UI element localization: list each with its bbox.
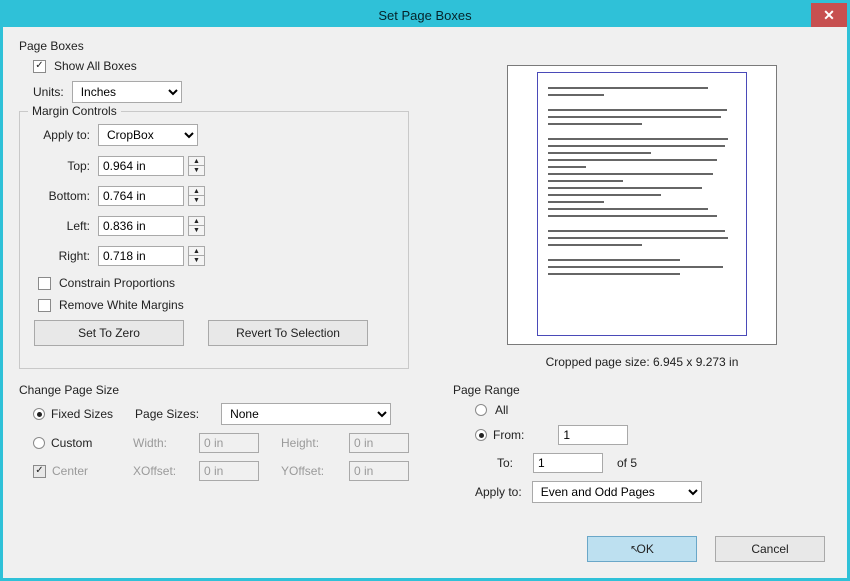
close-button[interactable]: ✕ — [811, 3, 847, 27]
bottom-label: Bottom: — [34, 189, 98, 203]
of-total-label: of 5 — [617, 456, 637, 470]
fixed-sizes-label: Fixed Sizes — [51, 407, 113, 421]
dialog-window: Set Page Boxes ✕ Page Boxes Show All Box… — [0, 0, 850, 581]
custom-label: Custom — [51, 436, 92, 450]
chevron-down-icon: ▼ — [189, 256, 204, 265]
chevron-down-icon: ▼ — [189, 166, 204, 175]
page-sizes-label: Page Sizes: — [135, 407, 199, 421]
from-label: From: — [493, 428, 524, 442]
top-label: Top: — [34, 159, 98, 173]
left-input[interactable] — [98, 216, 184, 236]
margin-controls-legend: Margin Controls — [28, 104, 121, 118]
range-apply-to-label: Apply to: — [475, 485, 522, 499]
set-to-zero-label: Set To Zero — [78, 326, 140, 340]
all-radio[interactable] — [475, 404, 487, 416]
cancel-label: Cancel — [751, 542, 788, 556]
height-input — [349, 433, 409, 453]
preview-caption: Cropped page size: 6.945 x 9.273 in — [546, 355, 739, 369]
right-label: Right: — [34, 249, 98, 263]
apply-to-select[interactable]: CropBox — [98, 124, 198, 146]
center-checkbox — [33, 465, 46, 478]
custom-radio[interactable] — [33, 437, 45, 449]
chevron-up-icon: ▲ — [189, 187, 204, 196]
xoffset-input — [199, 461, 259, 481]
width-input — [199, 433, 259, 453]
from-radio[interactable] — [475, 429, 487, 441]
page-range-heading: Page Range — [453, 383, 831, 397]
apply-to-label: Apply to: — [34, 128, 98, 142]
chevron-up-icon: ▲ — [189, 157, 204, 166]
page-preview-inner — [537, 72, 747, 336]
close-icon: ✕ — [823, 7, 835, 24]
set-to-zero-button[interactable]: Set To Zero — [34, 320, 184, 346]
right-input[interactable] — [98, 246, 184, 266]
bottom-input[interactable] — [98, 186, 184, 206]
xoffset-label: XOffset: — [133, 464, 177, 478]
page-boxes-heading: Page Boxes — [19, 39, 831, 53]
left-label: Left: — [34, 219, 98, 233]
revert-to-selection-button[interactable]: Revert To Selection — [208, 320, 368, 346]
change-page-size-heading: Change Page Size — [19, 383, 429, 397]
constrain-proportions-checkbox[interactable] — [38, 277, 51, 290]
page-preview — [507, 65, 777, 345]
ok-button[interactable]: ↖ OK — [587, 536, 697, 562]
window-title: Set Page Boxes — [378, 8, 471, 23]
chevron-up-icon: ▲ — [189, 217, 204, 226]
units-label: Units: — [33, 85, 64, 99]
page-sizes-select[interactable]: None — [221, 403, 391, 425]
center-label: Center — [52, 464, 88, 478]
titlebar: Set Page Boxes ✕ — [3, 3, 847, 27]
fixed-sizes-radio[interactable] — [33, 408, 45, 420]
from-input[interactable] — [558, 425, 628, 445]
yoffset-input — [349, 461, 409, 481]
right-spinner[interactable]: ▲ ▼ — [188, 246, 205, 266]
chevron-down-icon: ▼ — [189, 226, 204, 235]
cancel-button[interactable]: Cancel — [715, 536, 825, 562]
remove-white-margins-checkbox[interactable] — [38, 299, 51, 312]
remove-white-margins-label: Remove White Margins — [59, 298, 184, 312]
to-input[interactable] — [533, 453, 603, 473]
margin-controls-group: Margin Controls Apply to: CropBox Top: ▲ — [19, 111, 409, 369]
range-apply-to-select[interactable]: Even and Odd Pages — [532, 481, 702, 503]
constrain-proportions-label: Constrain Proportions — [59, 276, 175, 290]
chevron-down-icon: ▼ — [189, 196, 204, 205]
ok-label: OK — [637, 542, 654, 556]
height-label: Height: — [281, 436, 327, 450]
top-input[interactable] — [98, 156, 184, 176]
units-select[interactable]: Inches — [72, 81, 182, 103]
left-spinner[interactable]: ▲ ▼ — [188, 216, 205, 236]
revert-to-selection-label: Revert To Selection — [236, 326, 340, 340]
chevron-up-icon: ▲ — [189, 247, 204, 256]
all-label: All — [495, 403, 508, 417]
yoffset-label: YOffset: — [281, 464, 327, 478]
show-all-boxes-checkbox[interactable] — [33, 60, 46, 73]
show-all-boxes-label: Show All Boxes — [54, 59, 137, 73]
width-label: Width: — [133, 436, 177, 450]
bottom-spinner[interactable]: ▲ ▼ — [188, 186, 205, 206]
to-label: To: — [497, 456, 519, 470]
top-spinner[interactable]: ▲ ▼ — [188, 156, 205, 176]
